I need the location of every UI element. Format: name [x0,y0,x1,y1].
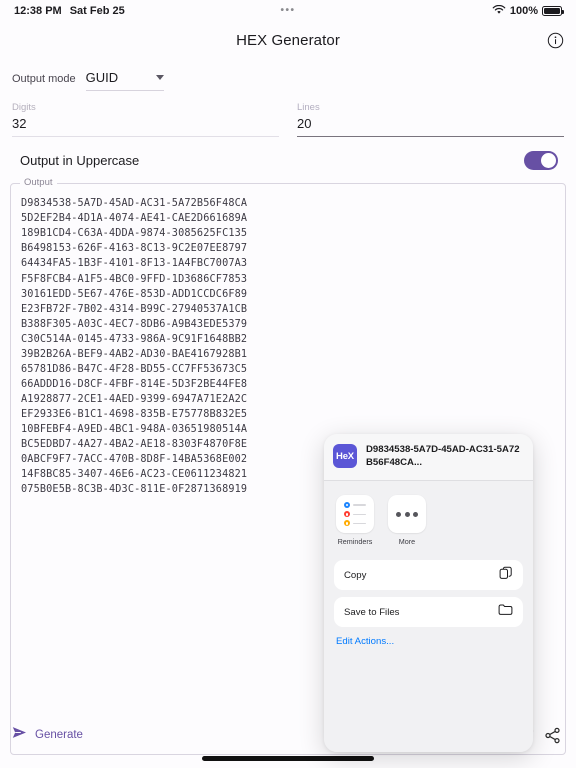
share-apps-row: Reminders More [324,481,533,555]
output-mode-value: GUID [85,70,119,85]
share-sheet-header[interactable]: HeX D9834538-5A7D-45AD-AC31-5A72B56F48CA… [324,434,533,482]
status-time: 12:38 PM [14,5,62,17]
share-sheet: HeX D9834538-5A7D-45AD-AC31-5A72B56F48CA… [324,434,533,752]
output-mode-dropdown[interactable]: GUID [85,67,164,91]
generate-label: Generate [35,729,83,741]
copy-action[interactable]: Copy [334,560,523,591]
share-app-label: Reminders [337,537,373,547]
toggle-knob [541,152,556,168]
save-to-files-action[interactable]: Save to Files [334,597,523,628]
chevron-down-icon [155,75,164,80]
lines-underline [297,136,564,138]
home-indicator [202,756,374,761]
battery-full-icon [542,6,564,16]
copy-icon [499,566,513,585]
copy-action-label: Copy [344,569,367,581]
settings-form: Output mode GUID Digits 32 Lines 20 Outp… [0,58,576,173]
save-to-files-label: Save to Files [344,606,400,618]
status-bar-right: 100% [492,4,564,18]
share-sheet-filler [324,647,533,752]
hex-app-icon-label: HeX [336,450,354,462]
output-mode-label: Output mode [12,73,76,85]
lines-field[interactable]: Lines 20 [285,102,564,138]
uppercase-toggle[interactable] [524,150,558,170]
output-legend: Output [20,177,57,189]
lines-label: Lines [297,102,320,113]
share-actions-list: Copy Save to Files Edit Actions... [324,554,533,648]
generate-button[interactable]: Generate [12,726,83,744]
share-sheet-title: D9834538-5A7D-45AD-AC31-5A72B56F48CA... [366,444,520,468]
send-arrow-icon [12,726,27,744]
share-app-reminders[interactable]: Reminders [336,495,374,546]
info-circle-icon[interactable] [544,29,566,51]
uppercase-row[interactable]: Output in Uppercase [12,147,564,173]
folder-icon [498,603,513,621]
share-app-more[interactable]: More [388,495,426,546]
digits-underline [12,136,279,137]
battery-percent: 100% [509,5,538,17]
share-icon[interactable] [540,723,564,747]
digits-field[interactable]: Digits 32 [12,102,285,137]
numeric-fields-row: Digits 32 Lines 20 [12,102,564,138]
status-bar-left: 12:38 PM Sat Feb 25 [14,5,125,17]
status-date: Sat Feb 25 [69,5,125,17]
edit-actions-link[interactable]: Edit Actions... [334,634,523,647]
page-title: HEX Generator [236,31,340,49]
status-bar: 12:38 PM Sat Feb 25 ••• 100% [0,0,576,22]
wifi-icon [492,4,506,18]
output-mode-row: Output mode GUID [12,66,564,92]
digits-label: Digits [12,102,36,113]
digits-input[interactable]: 32 [12,114,279,132]
hex-app-icon: HeX [333,444,357,468]
share-app-label: More [398,537,416,547]
app-bar: HEX Generator [0,22,576,58]
dynamic-island-dots: ••• [280,5,296,16]
more-dots-icon [388,495,426,534]
lines-input[interactable]: 20 [297,114,564,132]
reminders-icon [336,495,374,534]
uppercase-label: Output in Uppercase [20,152,140,168]
